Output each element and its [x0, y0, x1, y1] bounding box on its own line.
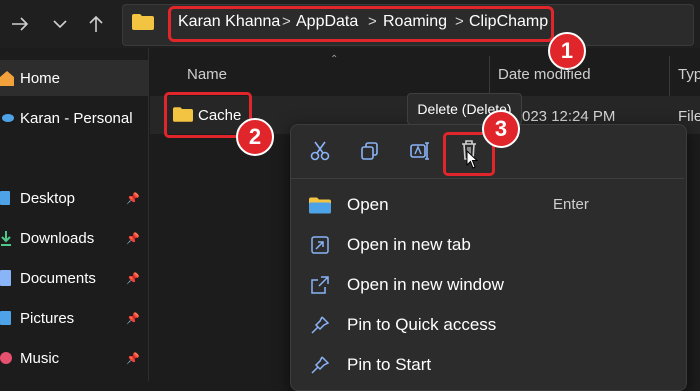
sidebar-item-label: Pictures [20, 309, 75, 327]
breadcrumb-separator[interactable]: > [282, 13, 291, 30]
file-name[interactable]: Cache [198, 107, 241, 124]
breadcrumb-separator[interactable]: > [455, 13, 464, 30]
menu-item-pin-start[interactable]: Pin to Start [291, 345, 684, 385]
forward-arrow-icon[interactable] [6, 10, 34, 38]
pin-icon[interactable]: 📌 [126, 192, 140, 205]
sidebar-item-label: Music [20, 349, 60, 367]
column-header-row [150, 52, 700, 92]
column-header-date-modified[interactable]: Date modified [498, 66, 591, 83]
folder-icon [309, 194, 331, 216]
breadcrumb-item[interactable]: Karan Khanna [178, 13, 280, 31]
download-icon [0, 230, 14, 246]
copy-icon[interactable] [357, 138, 383, 164]
sidebar-item-label: Downloads [20, 229, 95, 247]
menu-item-open-new-tab[interactable]: Open in new tab [291, 225, 684, 265]
menu-divider [291, 178, 684, 179]
menu-item-label: Open in new window [347, 275, 504, 294]
sidebar-item-documents[interactable]: Documents 📌 [0, 260, 148, 296]
pin-icon [309, 314, 331, 336]
menu-item-pin-quick-access[interactable]: Pin to Quick access [291, 305, 684, 345]
file-type: File [678, 108, 700, 125]
pin-icon [309, 354, 331, 376]
pin-icon[interactable]: 📌 [126, 232, 140, 245]
pin-icon[interactable]: 📌 [126, 352, 140, 365]
pictures-icon [0, 310, 14, 326]
sidebar-item-label: Documents [20, 269, 96, 287]
sidebar-item-pictures[interactable]: Pictures 📌 [0, 300, 148, 336]
breadcrumb-separator[interactable]: > [368, 13, 377, 30]
desktop-icon [0, 190, 14, 206]
menu-item-open-new-window[interactable]: Open in new window [291, 265, 684, 305]
menu-item-open[interactable]: Open Enter [291, 185, 684, 225]
shortcut-hint: Enter [553, 196, 589, 213]
breadcrumb-item[interactable]: ClipChamp [469, 13, 548, 31]
sidebar-item-label: Karan - Personal [20, 109, 133, 127]
pin-icon[interactable]: 📌 [126, 272, 140, 285]
onedrive-icon [0, 110, 14, 126]
menu-item-label: Pin to Quick access [347, 315, 497, 334]
step-badge: 2 [236, 118, 274, 156]
column-divider[interactable] [489, 56, 490, 96]
folder-icon [173, 107, 193, 127]
chevron-down-icon[interactable] [46, 10, 74, 38]
new-tab-icon [309, 234, 331, 256]
home-icon [0, 70, 14, 86]
sidebar-item-downloads[interactable]: Downloads 📌 [0, 220, 148, 256]
menu-item-label: Open [347, 195, 389, 214]
sidebar-item-onedrive[interactable]: Karan - Personal [0, 100, 148, 136]
sidebar-item-label: Desktop [20, 189, 76, 207]
sidebar-item-home[interactable]: Home [0, 60, 148, 96]
music-icon [0, 350, 14, 366]
file-date: 023 12:24 PM [522, 108, 616, 125]
up-arrow-icon[interactable] [82, 10, 110, 38]
sort-chevron-icon: ⌃ [330, 54, 339, 65]
breadcrumb-item[interactable]: Roaming [383, 13, 447, 31]
menu-item-label: Pin to Start [347, 355, 432, 374]
column-divider[interactable] [669, 56, 670, 96]
step-badge: 3 [482, 110, 520, 148]
sidebar-item-desktop[interactable]: Desktop 📌 [0, 180, 148, 216]
pin-icon[interactable]: 📌 [126, 312, 140, 325]
folder-icon [132, 14, 154, 30]
new-window-icon [309, 274, 331, 296]
sidebar-item-label: Home [20, 69, 61, 87]
cut-icon[interactable] [307, 138, 333, 164]
documents-icon [0, 270, 14, 286]
mouse-cursor-icon [466, 149, 480, 175]
menu-item-label: Open in new tab [347, 235, 471, 254]
breadcrumb-item[interactable]: AppData [296, 13, 358, 31]
sidebar-item-music[interactable]: Music 📌 [0, 340, 148, 376]
column-header-type[interactable]: Typ [678, 66, 700, 83]
rename-icon[interactable] [407, 138, 433, 164]
column-header-name[interactable]: Name [187, 66, 227, 83]
